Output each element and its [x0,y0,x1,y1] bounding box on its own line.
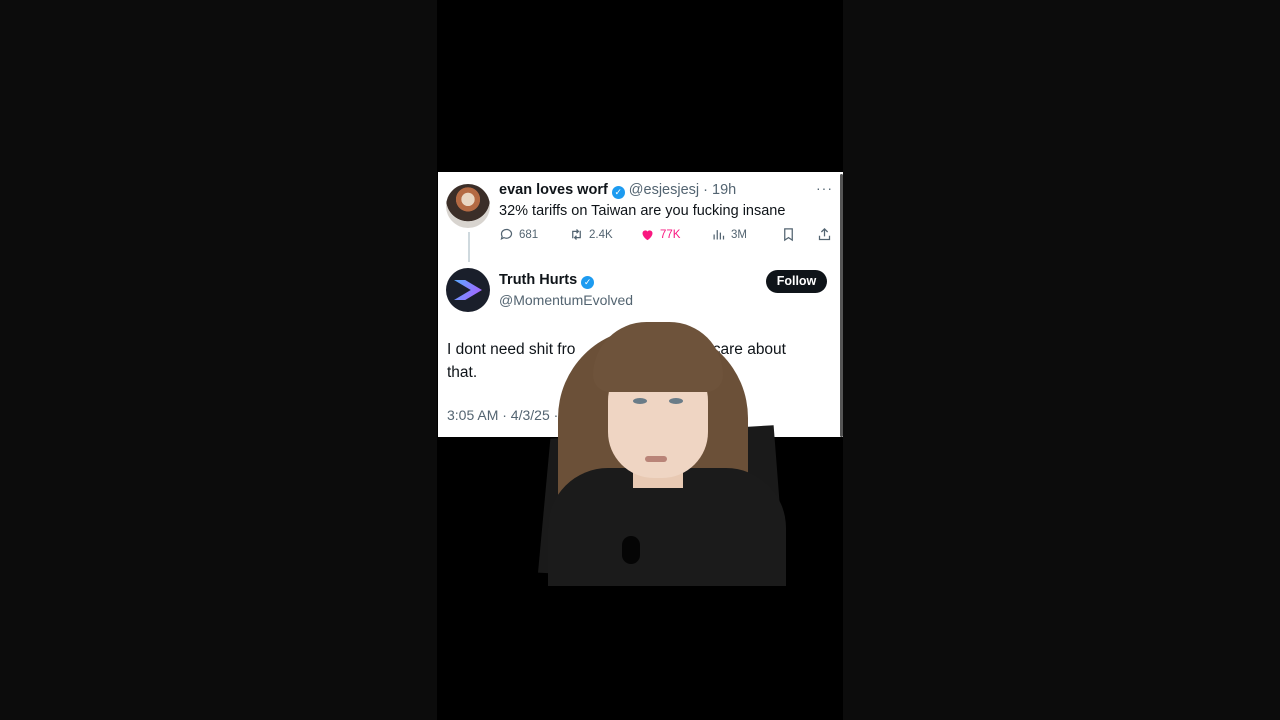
mouth [645,456,667,462]
more-icon[interactable]: ··· [816,180,833,196]
repost-count: 2.4K [589,228,613,241]
reply-count: 681 [519,228,539,241]
eye [633,398,647,404]
tweet-age[interactable]: 19h [712,182,736,198]
right-pillarbox [843,0,1280,720]
left-pillarbox [0,0,437,720]
author-name-row: Truth Hurts ✓ [499,272,598,289]
eye [669,398,683,404]
logo-icon [454,280,482,300]
views-count: 3M [731,228,747,241]
like-icon [642,230,653,241]
like-count: 77K [660,228,681,241]
bookmark-icon [784,228,793,242]
microphone-icon [622,536,640,564]
share-icon [818,227,831,241]
thread-connector [468,232,470,262]
repost-button[interactable]: 2.4K [569,227,613,242]
author-name[interactable]: evan loves worf [499,182,608,198]
author-name[interactable]: Truth Hurts [499,272,577,288]
tweet-text: 32% tariffs on Taiwan are you fucking in… [499,203,786,219]
separator: · [703,182,708,198]
avatar[interactable] [446,184,490,228]
hair-top [593,322,723,392]
reply-button[interactable]: 681 [499,227,538,242]
tweet-actions: 681 2.4K 77K 3M [499,227,835,247]
repost-icon [572,229,581,240]
share-button[interactable] [817,227,832,242]
follow-button[interactable]: Follow [766,270,827,293]
tweet-text-part: that. [447,364,478,381]
scrollbar[interactable] [840,174,843,437]
bookmark-button[interactable] [781,227,796,242]
presenter-overlay [538,318,786,586]
tweet-header: evan loves worf ✓ @esjesjesj · 19h [499,182,736,199]
author-handle[interactable]: @esjesjesj [629,182,699,198]
reply-icon [500,228,513,241]
views-button[interactable]: 3M [711,227,747,242]
like-button[interactable]: 77K [640,227,680,242]
avatar[interactable] [446,268,490,312]
views-icon [713,230,725,240]
author-handle[interactable]: @MomentumEvolved [499,292,633,308]
verified-icon: ✓ [611,186,625,199]
verified-icon: ✓ [581,276,595,289]
